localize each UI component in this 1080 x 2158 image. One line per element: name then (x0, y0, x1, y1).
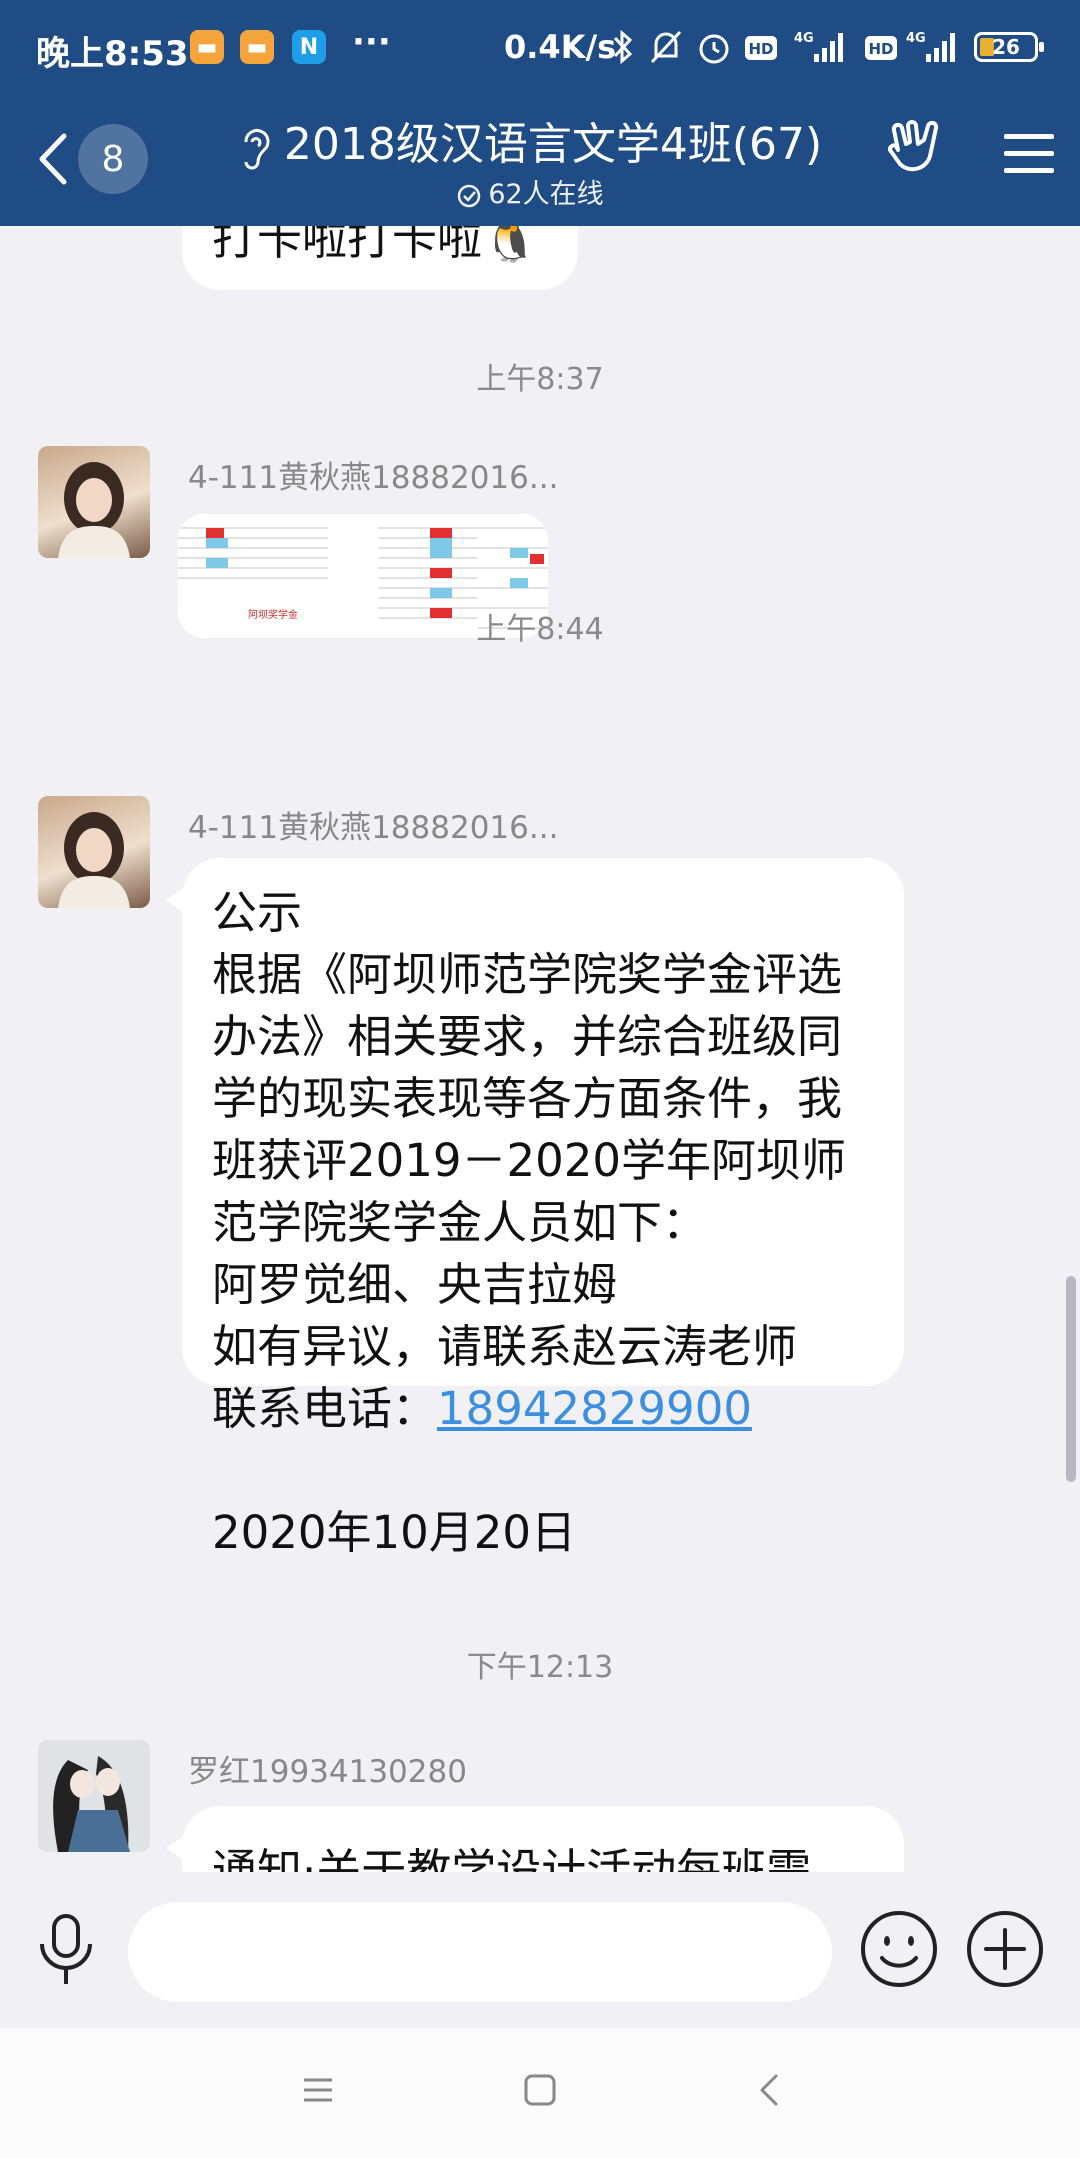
message-text: 通知·关于教学设计活动每班需 (212, 1844, 812, 1872)
sender-name[interactable]: 4-111黄秋燕18882016... (188, 452, 558, 497)
announcement-text: 公示 根据《阿坝师范学院奖学金评选办法》相关要求，并综合班级同学的现实表现等各方… (212, 882, 884, 1564)
avatar[interactable] (38, 446, 150, 558)
hd-icon: HD (745, 36, 777, 60)
chat-title-text: 2018级汉语言文学4班(67) (283, 119, 823, 170)
message-bubble[interactable]: 公示 根据《阿坝师范学院奖学金评选办法》相关要求，并综合班级同学的现实表现等各方… (166, 858, 904, 1559)
plus-icon[interactable] (964, 1908, 1046, 1990)
ear-icon (244, 129, 270, 170)
online-count: 62人在线 (488, 179, 604, 210)
message-input[interactable] (128, 1902, 832, 2002)
emoji-icon[interactable] (858, 1908, 940, 1990)
avatar-illustration (38, 1740, 150, 1852)
chat-title[interactable]: 2018级汉语言文学4班(67) (210, 108, 850, 172)
announcement-date: 2020年10月20日 (212, 1506, 577, 1559)
sender-name[interactable]: 4-111黄秋燕18882016... (188, 802, 558, 847)
qq-penguin-emoji-icon: 🐧 (482, 226, 539, 265)
online-status: 62人在线 (210, 172, 850, 211)
status-bar: 晚上8:53 ▬ ▬ N ··· 0.4K/s HD 4G HD 4G 26 (0, 0, 1080, 96)
system-back-icon[interactable] (752, 2072, 788, 2108)
hand-gesture-icon[interactable] (884, 120, 944, 182)
battery-level: 26 (992, 35, 1020, 59)
home-icon[interactable] (522, 2072, 558, 2108)
online-check-icon (458, 184, 481, 207)
sender-name[interactable]: 罗红19934130280 (188, 1746, 467, 1791)
chevron-left-icon (39, 133, 67, 185)
notes-app-icon: ▬ (190, 30, 224, 64)
status-time: 晚上8:53 (36, 34, 189, 74)
notes-app-icon-2: ▬ (240, 30, 274, 64)
avatar[interactable] (38, 1740, 150, 1852)
hd-icon-2: HD (865, 36, 897, 60)
chat-message-list[interactable]: 打卡啦打卡啦🐧 上午8:37 4-111黄秋燕18882016... 阿坝奖学金… (0, 226, 1080, 1872)
svg-text:4G: 4G (906, 31, 926, 46)
timestamp: 上午8:44 (476, 612, 604, 647)
more-notifications-icon: ··· (352, 22, 391, 62)
unread-count-badge: 8 (78, 124, 148, 194)
back-button[interactable]: 8 (36, 124, 166, 194)
timestamp: 上午8:37 (476, 362, 604, 397)
network-speed: 0.4K/s (504, 28, 617, 66)
mute-bell-icon (650, 30, 682, 64)
timestamp: 下午12:13 (466, 1650, 614, 1685)
svg-text:HD: HD (748, 40, 773, 58)
svg-text:HD: HD (868, 40, 893, 58)
chat-scrollbar[interactable] (1066, 1276, 1076, 1482)
message-text: 打卡啦打卡啦🐧 (212, 226, 538, 270)
recent-apps-icon[interactable] (300, 2072, 336, 2108)
message-bubble-partial[interactable]: 打卡啦打卡啦🐧 (182, 226, 578, 290)
avatar-photo (58, 462, 130, 558)
input-bar (0, 1872, 1080, 2028)
message-bubble[interactable]: 通知·关于教学设计活动每班需 (166, 1806, 904, 1872)
svg-text:4G: 4G (794, 31, 814, 46)
partial-message-text: 打卡啦打卡啦 (212, 226, 483, 265)
signal-4g-icon: 4G (794, 31, 843, 62)
system-navigation-bar (0, 2028, 1080, 2158)
alarm-icon (699, 34, 729, 64)
phone-link[interactable]: 18942829900 (437, 1382, 752, 1435)
n-app-icon: N (292, 30, 326, 64)
avatar[interactable] (38, 796, 150, 908)
avatar-photo (58, 812, 130, 908)
signal-4g-icon-2: 4G (906, 31, 955, 62)
menu-icon[interactable] (1004, 132, 1054, 176)
header: 晚上8:53 ▬ ▬ N ··· 0.4K/s HD 4G HD 4G 26 8… (0, 0, 1080, 226)
announcement-body: 公示 根据《阿坝师范学院奖学金评选办法》相关要求，并综合班级同学的现实表现等各方… (212, 886, 847, 1435)
bluetooth-icon (613, 29, 633, 65)
microphone-icon[interactable] (34, 1912, 98, 1988)
chat-nav-bar: 8 2018级汉语言文学4班(67) 62人在线 (0, 96, 1080, 226)
battery-indicator: 26 (974, 32, 1044, 62)
